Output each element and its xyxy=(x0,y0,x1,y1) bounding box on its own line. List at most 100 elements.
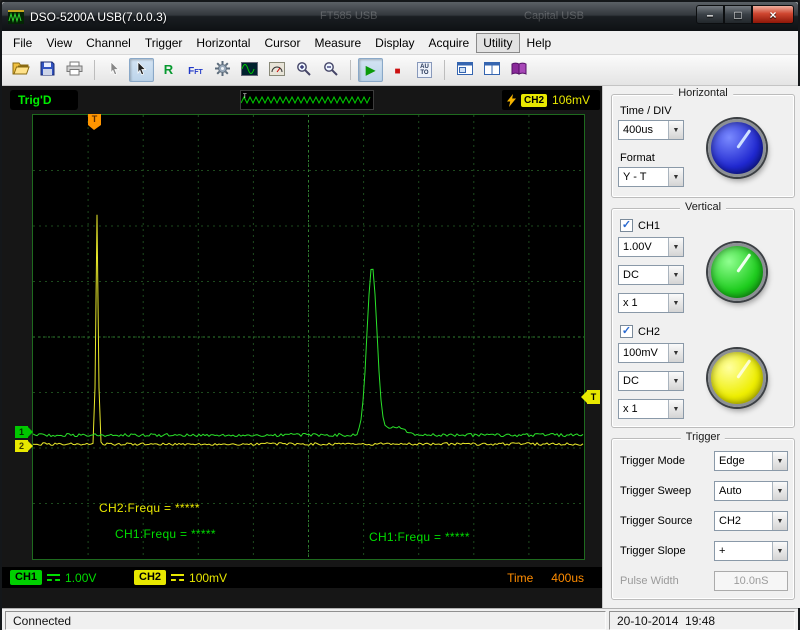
datetime-status: 20-10-2014 19:48 xyxy=(609,611,795,630)
knob-pointer xyxy=(736,129,751,149)
knob-pointer xyxy=(736,253,751,273)
menu-trigger[interactable]: Trigger xyxy=(138,33,190,53)
chevron-down-icon: ▼ xyxy=(772,542,787,560)
format-select[interactable]: Y - T ▼ xyxy=(618,167,684,187)
trigger-level-marker[interactable]: T xyxy=(587,390,600,404)
scope-readout: CH1:Frequ = ***** xyxy=(369,530,470,544)
ch1-checkbox[interactable]: ✓ CH1 xyxy=(620,219,660,232)
ch2-vertical-knob[interactable] xyxy=(708,349,766,407)
menu-cursor[interactable]: Cursor xyxy=(257,33,307,53)
vertical-group-title: Vertical xyxy=(680,201,726,213)
trigger-mode-label: Trigger Mode xyxy=(620,455,685,467)
menu-horizontal[interactable]: Horizontal xyxy=(189,33,257,53)
toolbar-fft-button[interactable]: FFT xyxy=(183,58,208,82)
window-split-icon xyxy=(484,62,500,78)
time-label: Time xyxy=(507,571,533,585)
ch1-scale-readout: 1.00V xyxy=(65,571,96,585)
format-label: Format xyxy=(620,152,655,164)
toolbar-separator xyxy=(94,60,95,80)
fft-icon: FFT xyxy=(188,63,203,77)
menu-display[interactable]: Display xyxy=(368,33,421,53)
time-value: 400us xyxy=(551,571,584,585)
toolbar-zoom-in-button[interactable] xyxy=(291,58,316,82)
trigger-source-select[interactable]: CH2 ▼ xyxy=(714,511,788,531)
menu-measure[interactable]: Measure xyxy=(307,33,368,53)
save-icon xyxy=(40,61,55,79)
zoom-in-icon xyxy=(296,61,311,79)
toolbar-auto-button[interactable]: AUTO xyxy=(412,58,437,82)
menu-help[interactable]: Help xyxy=(520,33,559,53)
trigger-group: Trigger Trigger Mode Edge ▼ Trigger Swee… xyxy=(611,438,795,600)
ch2-ground-marker[interactable]: 2 xyxy=(15,440,28,452)
trigger-sweep-select[interactable]: Auto ▼ xyxy=(714,481,788,501)
chevron-down-icon: ▼ xyxy=(668,266,683,284)
scope-client-area: Trig'D T CH2 106mV CH2:Frequ = *****CH1:… xyxy=(2,86,602,608)
chevron-down-icon: ▼ xyxy=(772,452,787,470)
ch2-scale-select[interactable]: 100mV ▼ xyxy=(618,343,684,363)
toolbar-book-button[interactable] xyxy=(506,58,531,82)
toolbar-window-main-button[interactable] xyxy=(452,58,477,82)
toolbar-resistor-button[interactable]: R xyxy=(156,58,181,82)
display-icon xyxy=(241,62,258,79)
chevron-down-icon: ▼ xyxy=(668,344,683,362)
trigger-slope-select[interactable]: + ▼ xyxy=(714,541,788,561)
pulse-width-label: Pulse Width xyxy=(620,575,679,587)
toolbar-start-button[interactable]: ▶ xyxy=(358,58,383,82)
ch1-ground-marker[interactable]: 1 xyxy=(15,426,28,438)
menu-acquire[interactable]: Acquire xyxy=(422,33,477,53)
close-icon: × xyxy=(769,8,776,22)
ch2-scale-readout: 100mV xyxy=(189,571,227,585)
menu-channel[interactable]: Channel xyxy=(79,33,138,53)
menu-view[interactable]: View xyxy=(39,33,79,53)
horizontal-group: Horizontal Time / DIV 400us ▼ Format Y -… xyxy=(611,94,795,198)
toolbar-save-button[interactable] xyxy=(35,58,60,82)
ch2-checkbox[interactable]: ✓ CH2 xyxy=(620,325,660,338)
toolbar: R FFT ▶ ■AUTO xyxy=(2,55,798,86)
menu-utility[interactable]: Utility xyxy=(476,33,519,53)
toolbar-zoom-out-button[interactable] xyxy=(318,58,343,82)
open-icon xyxy=(12,61,30,79)
toolbar-window-split-button[interactable] xyxy=(479,58,504,82)
title-bar[interactable]: DSO-5200A USB(7.0.0.3) FT585 USB Capital… xyxy=(2,2,798,31)
chevron-down-icon: ▼ xyxy=(772,482,787,500)
toolbar-open-button[interactable] xyxy=(8,58,33,82)
menu-file[interactable]: File xyxy=(6,33,39,53)
ch2-coupling-select[interactable]: DC ▼ xyxy=(618,371,684,391)
ch1-scale-select[interactable]: 1.00V ▼ xyxy=(618,237,684,257)
start-icon: ▶ xyxy=(366,63,375,77)
toolbar-settings-button[interactable] xyxy=(210,58,235,82)
ch1-probe-select[interactable]: x 1 ▼ xyxy=(618,293,684,313)
ch1-coupling-select[interactable]: DC ▼ xyxy=(618,265,684,285)
toolbar-print-button[interactable] xyxy=(62,58,87,82)
checkbox-check-icon: ✓ xyxy=(620,219,633,232)
toolbar-display-button[interactable] xyxy=(237,58,262,82)
trigger-edge-icon xyxy=(507,94,516,107)
minimize-button[interactable]: – xyxy=(696,5,724,24)
toolbar-pointer-button[interactable] xyxy=(129,58,154,82)
toolbar-meter-button[interactable] xyxy=(264,58,289,82)
maximize-button[interactable]: □ xyxy=(724,5,752,24)
ch1-vertical-knob[interactable] xyxy=(708,243,766,301)
close-button[interactable]: × xyxy=(752,5,794,24)
menubar: FileViewChannelTriggerHorizontalCursorMe… xyxy=(2,31,798,55)
waveform-preview[interactable]: T xyxy=(240,90,374,110)
ch2-probe-select[interactable]: x 1 ▼ xyxy=(618,399,684,419)
checkbox-check-icon: ✓ xyxy=(620,325,633,338)
window-main-icon xyxy=(457,62,473,78)
toolbar-stop-button[interactable]: ■ xyxy=(385,58,410,82)
ch1-badge: CH1 xyxy=(10,570,42,585)
maximize-icon: □ xyxy=(734,8,741,22)
time-div-select[interactable]: 400us ▼ xyxy=(618,120,684,140)
scope-display[interactable]: CH2:Frequ = *****CH1:Frequ = *****CH1:Fr… xyxy=(32,114,585,560)
scope-readout: CH1:Frequ = ***** xyxy=(115,527,216,541)
ghost-text: Capital USB xyxy=(524,10,584,22)
toolbar-cursor-button[interactable] xyxy=(102,58,127,82)
trigger-mode-select[interactable]: Edge ▼ xyxy=(714,451,788,471)
trigger-slope-label: Trigger Slope xyxy=(620,545,686,557)
trigger-group-title: Trigger xyxy=(681,431,725,443)
trigger-time-marker[interactable]: T xyxy=(88,114,101,125)
minimize-icon: – xyxy=(707,8,714,22)
svg-text:T: T xyxy=(243,94,247,100)
horizontal-knob[interactable] xyxy=(708,119,766,177)
book-icon xyxy=(511,62,527,79)
